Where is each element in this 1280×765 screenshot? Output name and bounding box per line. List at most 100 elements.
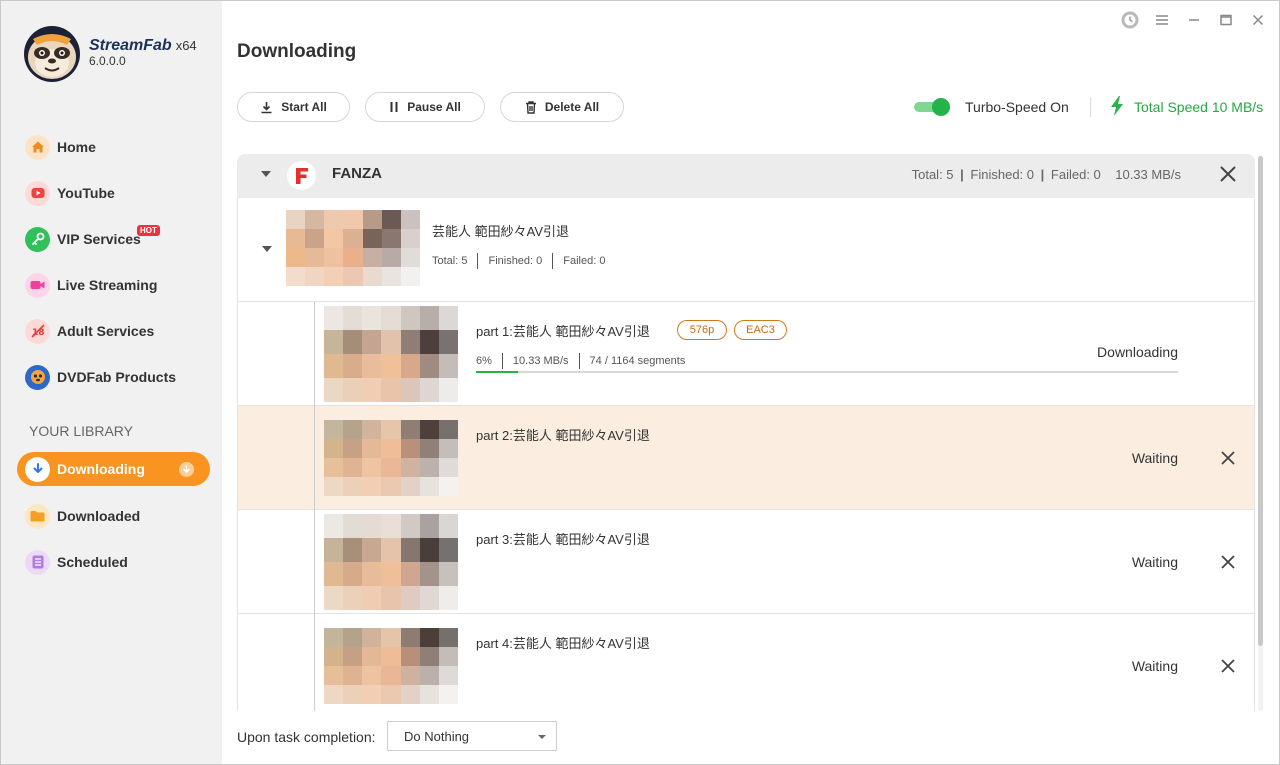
arch-label: x64 (175, 38, 197, 53)
history-icon[interactable] (1121, 11, 1139, 29)
sidebar: StreamFab x64 6.0.0.0 Home YouTube VIP Se… (1, 1, 222, 764)
start-all-button[interactable]: Start All (237, 92, 350, 122)
close-window-icon[interactable] (1249, 11, 1267, 29)
thumbnail-image (324, 514, 458, 610)
item-title: part 3:芸能人 範田紗々AV引退 (476, 532, 650, 547)
tree-connector (314, 302, 315, 406)
minimize-icon[interactable] (1185, 11, 1203, 29)
stats-divider (552, 253, 554, 269)
version-label: 6.0.0.0 (89, 54, 126, 68)
sidebar-item-dvdfab-products[interactable]: DVDFab Products (17, 360, 210, 394)
thumbnail-image (324, 420, 458, 496)
remove-item-icon[interactable] (1220, 658, 1236, 679)
item-title: part 2:芸能人 範田紗々AV引退 (476, 428, 650, 443)
pause-all-button[interactable]: Pause All (365, 92, 485, 122)
download-item[interactable]: part 3:芸能人 範田紗々AV引退 Waiting (237, 510, 1255, 614)
sidebar-item-vip-services[interactable]: VIP Services HOT (17, 222, 210, 256)
main-panel: Downloading Start All Pause All Delete A… (222, 1, 1279, 764)
group-stats: Total: 5 | Finished: 0 | Failed: 0 10.33… (911, 167, 1181, 182)
item-segments: 74 / 1164 segments (589, 355, 686, 367)
home-icon (25, 134, 50, 160)
delete-all-label: Delete All (544, 100, 600, 114)
sidebar-item-label: Live Streaming (57, 277, 158, 293)
subgroup-failed: Failed: 0 (563, 255, 606, 267)
scrollbar-thumb[interactable] (1258, 156, 1263, 646)
collapse-caret-icon[interactable] (261, 171, 271, 177)
group-failed: Failed: 0 (1050, 167, 1101, 182)
sidebar-item-youtube[interactable]: YouTube (17, 176, 210, 210)
live-camera-icon (25, 272, 50, 298)
task-completion-select[interactable]: Do Nothing (387, 721, 557, 751)
collapse-caret-icon[interactable] (262, 246, 272, 252)
brand-name: StreamFab x64 (89, 37, 197, 54)
subgroup-total: Total: 5 (432, 255, 468, 267)
app-window: StreamFab x64 6.0.0.0 Home YouTube VIP Se… (0, 0, 1280, 765)
item-status: Waiting (1131, 450, 1178, 466)
item-title: part 1:芸能人 範田紗々AV引退 (476, 324, 650, 339)
close-group-icon[interactable] (1219, 165, 1237, 188)
meta-divider (578, 353, 580, 369)
subgroup-finished: Finished: 0 (488, 255, 543, 267)
task-completion-label: Upon task completion: (237, 729, 376, 745)
item-speed: 10.33 MB/s (512, 355, 569, 367)
sidebar-item-label: DVDFab Products (57, 369, 177, 385)
group-finished: Finished: 0 (970, 167, 1035, 182)
thumbnail-image (286, 210, 420, 286)
svg-text:18: 18 (32, 328, 45, 338)
item-status: Waiting (1131, 554, 1178, 570)
item-status: Downloading (1097, 344, 1178, 360)
pause-all-label: Pause All (407, 100, 461, 114)
menu-icon[interactable] (1153, 11, 1171, 29)
sidebar-item-adult-services[interactable]: 18 Adult Services (17, 314, 210, 348)
thumbnail-image (324, 628, 458, 704)
download-indicator-icon (179, 462, 194, 477)
delete-all-button[interactable]: Delete All (500, 92, 624, 122)
toggle-knob (932, 98, 950, 116)
pause-icon (390, 102, 398, 112)
sidebar-item-home[interactable]: Home (17, 130, 210, 164)
tree-connector (314, 406, 315, 510)
group-total: Total: 5 (911, 167, 954, 182)
thumbnail-image (324, 306, 458, 402)
sidebar-item-live-streaming[interactable]: Live Streaming (17, 268, 210, 302)
list-scrollbar[interactable] (1258, 156, 1263, 711)
sidebar-item-label: YouTube (57, 185, 115, 201)
sidebar-item-downloaded[interactable]: Downloaded (17, 499, 210, 533)
subgroup-header[interactable]: 芸能人 範田紗々AV引退 Total: 5 Finished: 0 Failed… (237, 198, 1255, 302)
group-speed: 10.33 MB/s (1115, 167, 1181, 182)
progress-fill (476, 371, 519, 373)
sidebar-item-label: Adult Services (57, 323, 155, 339)
stats-divider (477, 253, 479, 269)
sidebar-item-label: Downloaded (57, 508, 141, 524)
sloth-logo-icon (24, 26, 80, 82)
item-title: part 4:芸能人 範田紗々AV引退 (476, 636, 650, 651)
download-icon (261, 101, 272, 113)
lightning-bolt-icon (1111, 96, 1123, 116)
download-list: FANZA Total: 5 | Finished: 0 | Failed: 0… (237, 154, 1255, 711)
adult-18-icon: 18 (25, 318, 50, 344)
turbo-speed-label: Turbo-Speed On (965, 99, 1069, 115)
download-item[interactable]: part 1:芸能人 範田紗々AV引退 576p EAC3 6% 10.33 M… (237, 302, 1255, 406)
maximize-icon[interactable] (1217, 11, 1235, 29)
item-status: Waiting (1131, 658, 1178, 674)
download-item[interactable]: part 2:芸能人 範田紗々AV引退 Waiting (237, 406, 1255, 510)
chevron-down-icon (538, 735, 546, 739)
download-icon (25, 456, 50, 482)
remove-item-icon[interactable] (1220, 554, 1236, 575)
progress-bar (476, 371, 1178, 373)
meta-divider (501, 353, 503, 369)
library-title: YOUR LIBRARY (29, 423, 133, 439)
schedule-list-icon (25, 549, 50, 575)
sidebar-item-label: Home (57, 139, 96, 155)
trash-icon (525, 100, 536, 114)
download-item[interactable]: part 4:芸能人 範田紗々AV引退 Waiting (237, 614, 1255, 711)
folder-icon (25, 503, 50, 529)
remove-item-icon[interactable] (1220, 450, 1236, 471)
dvdfab-icon (25, 364, 50, 390)
progress-percent: 6% (476, 355, 492, 367)
group-header-fanza[interactable]: FANZA Total: 5 | Finished: 0 | Failed: 0… (237, 154, 1255, 198)
turbo-speed-toggle[interactable] (914, 98, 950, 116)
sidebar-item-label: Scheduled (57, 554, 128, 570)
sidebar-item-scheduled[interactable]: Scheduled (17, 545, 210, 579)
sidebar-item-downloading[interactable]: Downloading (17, 452, 210, 486)
